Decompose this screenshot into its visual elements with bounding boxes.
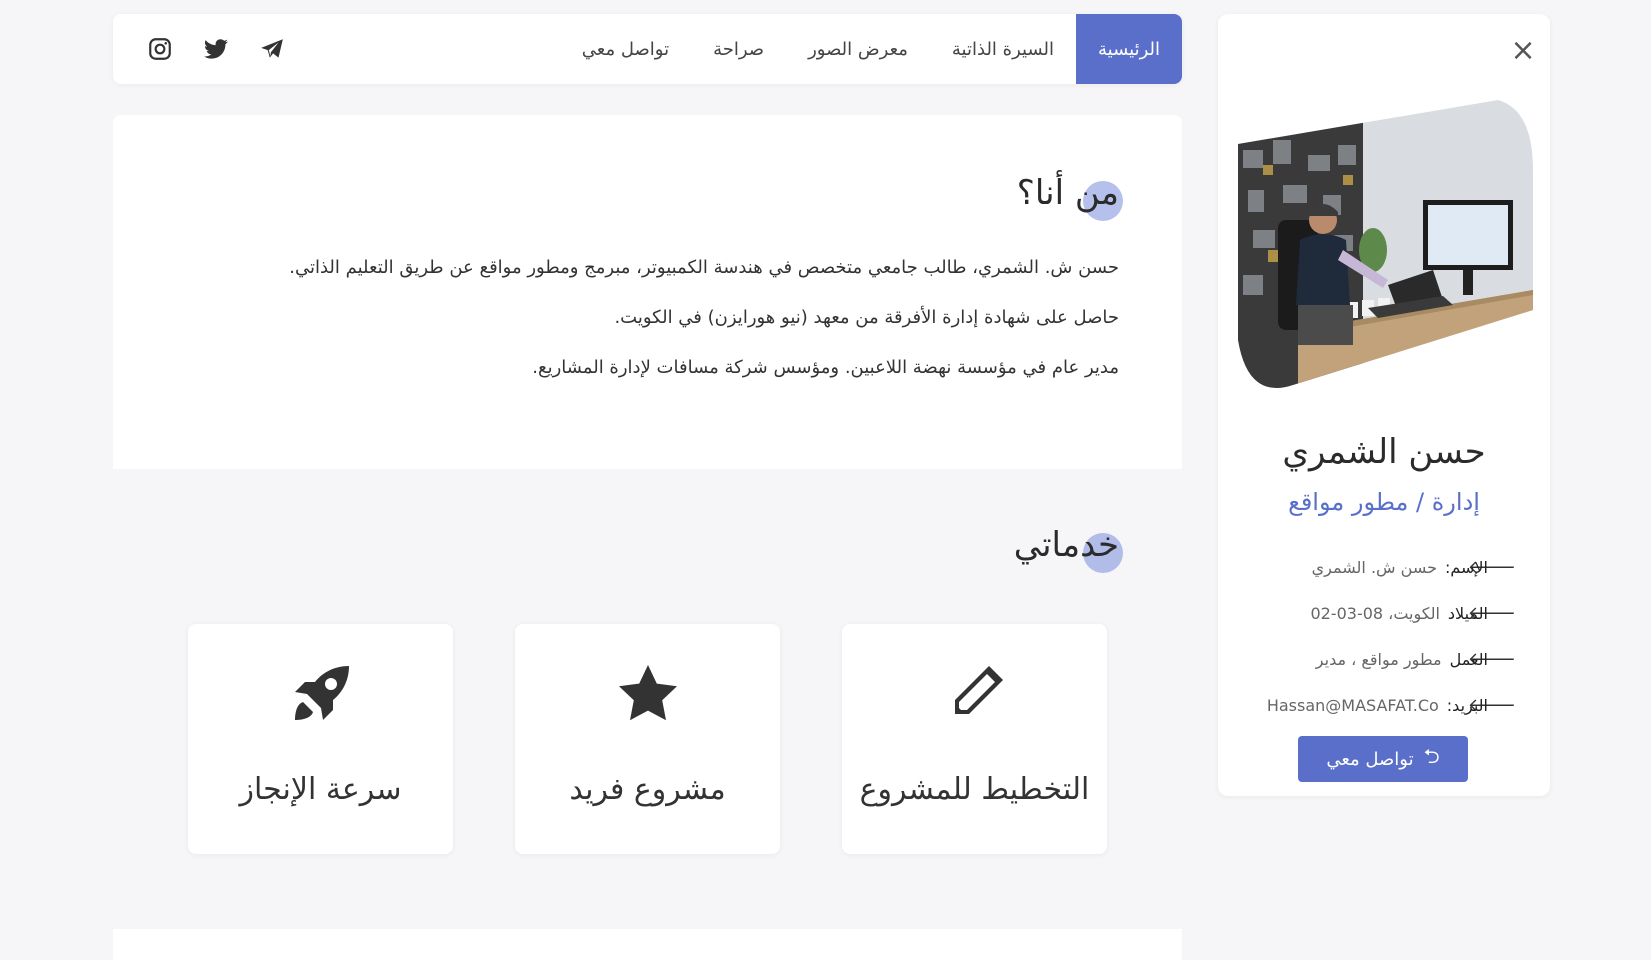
next-section [113, 929, 1182, 960]
arrow-left-icon: 🡐 [1467, 602, 1516, 624]
service-card-unique: مشروع فريد [515, 624, 780, 854]
info-item-work: 🡐 العمل مطور مواقع ، مدير [1226, 636, 1516, 682]
info-key: الإسم: [1444, 557, 1488, 577]
telegram-icon[interactable] [259, 36, 285, 62]
contact-me-label: تواصل معي [1326, 748, 1414, 770]
info-key: البريد: [1446, 695, 1488, 715]
reply-icon: ⮌ [1423, 744, 1440, 768]
service-card-planning: التخطيط للمشروع [842, 624, 1107, 854]
service-card-title: سرعة الإنجاز [239, 772, 402, 807]
top-navbar: الرئيسية السيرة الذاتية معرض الصور صراحة… [113, 14, 1182, 84]
star-icon [616, 662, 680, 726]
about-line: حسن ش. الشمري، طالب جامعي متخصص في هندسة… [289, 257, 1119, 278]
service-card-title: التخطيط للمشروع [859, 772, 1090, 807]
services-title: خدماتي [1014, 525, 1123, 573]
close-icon[interactable]: × [1508, 36, 1538, 66]
twitter-icon[interactable] [203, 36, 229, 62]
arrow-left-icon: 🡐 [1467, 556, 1516, 578]
instagram-icon[interactable] [147, 36, 173, 62]
about-title: من أنا؟ [1017, 173, 1123, 221]
info-item-email: 🡐 البريد: Hassan@MASAFAT.Co [1226, 682, 1516, 728]
about-line: حاصل على شهادة إدارة الأفرقة من معهد (ني… [614, 307, 1119, 328]
contact-me-button[interactable]: ⮌ تواصل معي [1298, 736, 1468, 782]
profile-photo [1238, 100, 1533, 400]
info-value: حسن ش. الشمري [1311, 557, 1437, 577]
info-key: العمل [1449, 649, 1488, 669]
info-item-name: 🡐 الإسم: حسن ش. الشمري [1226, 544, 1516, 590]
profile-card: × حسن الشمري إدارة / مطور مواقع 🡐 الإسم:… [1218, 14, 1550, 796]
info-value: Hassan@MASAFAT.Co [1266, 695, 1439, 715]
services-cards: التخطيط للمشروع مشروع فريد سرعة الإنجاز [188, 624, 1107, 854]
info-item-birth: 🡐 الميلاد الكويت، 08-03-02 [1226, 590, 1516, 636]
nav-item-sarahah[interactable]: صراحة [691, 14, 786, 84]
nav-item-home[interactable]: الرئيسية [1076, 14, 1182, 84]
nav-menu: الرئيسية السيرة الذاتية معرض الصور صراحة… [560, 14, 1182, 84]
pencil-icon [943, 662, 1007, 726]
service-card-title: مشروع فريد [569, 772, 726, 807]
main-content: من أنا؟ حسن ش. الشمري، طالب جامعي متخصص … [113, 115, 1182, 960]
profile-info-list: 🡐 الإسم: حسن ش. الشمري 🡐 الميلاد الكويت،… [1226, 544, 1516, 728]
service-card-speed: سرعة الإنجاز [188, 624, 453, 854]
info-key: الميلاد [1447, 603, 1488, 623]
rocket-icon [289, 662, 353, 726]
about-section: من أنا؟ حسن ش. الشمري، طالب جامعي متخصص … [113, 115, 1182, 469]
nav-item-resume[interactable]: السيرة الذاتية [930, 14, 1076, 84]
services-section: خدماتي التخطيط للمشروع مشروع فريد سرعة ا… [113, 469, 1182, 929]
profile-role: إدارة / مطور مواقع [1288, 488, 1480, 516]
social-links [147, 14, 285, 84]
info-value: الكويت، 08-03-02 [1310, 603, 1440, 623]
nav-item-gallery[interactable]: معرض الصور [786, 14, 930, 84]
profile-name: حسن الشمري [1282, 432, 1486, 472]
arrow-left-icon: 🡐 [1467, 694, 1516, 716]
arrow-left-icon: 🡐 [1467, 648, 1516, 670]
about-line: مدير عام في مؤسسة نهضة اللاعبين. ومؤسس ش… [532, 357, 1119, 378]
about-text: حسن ش. الشمري، طالب جامعي متخصص في هندسة… [179, 255, 1119, 405]
info-value: مطور مواقع ، مدير [1315, 649, 1442, 669]
nav-item-contact[interactable]: تواصل معي [560, 14, 691, 84]
